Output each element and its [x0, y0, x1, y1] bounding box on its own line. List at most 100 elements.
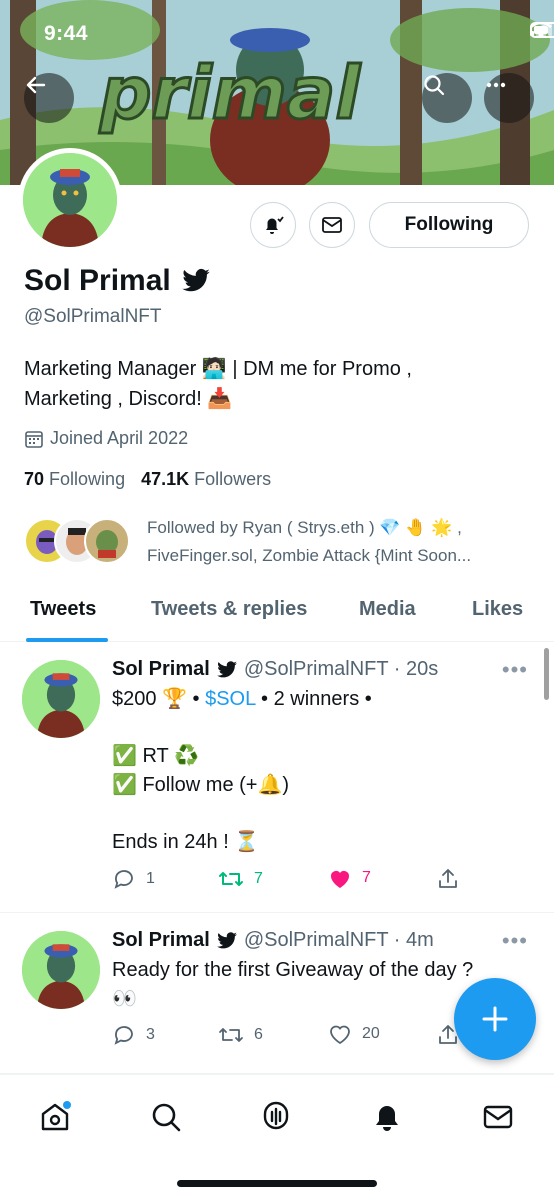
reply-icon: [114, 1026, 133, 1045]
like-button[interactable]: 7: [328, 867, 371, 889]
envelope-icon: [322, 217, 342, 233]
following-count: 70: [24, 469, 45, 489]
bio-line: Marketing , Discord! 📥: [24, 388, 233, 410]
nav-messages[interactable]: [476, 1095, 520, 1139]
tweet-actions: 1 7 7: [112, 867, 532, 897]
banner-logo: primal: [99, 51, 361, 135]
nav-spaces[interactable]: [254, 1095, 298, 1139]
tweet-more-button[interactable]: •••: [502, 928, 528, 954]
ape-avatar-image: [23, 153, 117, 247]
home-indicator[interactable]: [177, 1180, 377, 1187]
battery-icon: [530, 22, 554, 38]
cashtag-link[interactable]: $SOL: [205, 688, 255, 710]
search-button[interactable]: [422, 73, 472, 123]
following-label: Following: [49, 469, 126, 489]
followers-count: 47.1K: [141, 469, 190, 489]
retweet-count: 7: [254, 870, 263, 887]
followed-by-avatars[interactable]: [24, 518, 136, 568]
joined-text: Joined April 2022: [50, 428, 189, 448]
message-button[interactable]: [309, 202, 355, 248]
share-button[interactable]: [436, 867, 460, 891]
tweet-handle-time: @SolPrimalNFT · 20s: [243, 658, 439, 680]
tweet-text-part: • 2 winners •: [255, 688, 372, 710]
scrollbar[interactable]: [544, 648, 549, 700]
tweet-avatar[interactable]: [22, 931, 100, 1009]
home-icon: [41, 1101, 71, 1131]
tweet-line: Ready for the first Giveaway of the day …: [112, 959, 474, 981]
tweet-more-button[interactable]: •••: [502, 657, 528, 683]
profile-handle: @SolPrimalNFT: [24, 306, 162, 327]
status-time: 9:44: [44, 22, 89, 45]
followed-by-line: Followed by Ryan ( Strys.eth ) 💎 🤚 🌟 ,: [147, 518, 462, 537]
tweet-author-name[interactable]: Sol Primal: [112, 658, 210, 681]
retweet-button[interactable]: 6: [218, 1023, 263, 1047]
nav-search[interactable]: [144, 1095, 188, 1139]
tweet-text: $200 🏆 • $SOL • 2 winners • ✅ RT ♻️ ✅ Fo…: [112, 685, 532, 857]
joined-date: Joined April 2022: [24, 428, 188, 449]
nav-notifications[interactable]: [365, 1095, 409, 1139]
tweet-text-part: $200 🏆 •: [112, 688, 206, 710]
like-count: 7: [362, 869, 371, 886]
followers-count-link[interactable]: 47.1K Followers: [141, 469, 271, 490]
twitter-bird-icon: [216, 931, 237, 948]
twitter-bird-icon: [216, 660, 237, 677]
profile-bio: Marketing Manager 🧑🏻‍💻 | DM me for Promo…: [24, 354, 524, 414]
envelope-icon: [483, 1105, 513, 1129]
tweet-header: Sol Primal @SolPrimalNFT · 20s: [112, 658, 438, 681]
retweet-icon: [219, 1028, 243, 1042]
tweet-line: $200 🏆 • $SOL • 2 winners •: [112, 685, 532, 714]
reply-icon: [114, 870, 133, 889]
more-options-button[interactable]: [484, 73, 534, 123]
bell-check-icon: [266, 216, 284, 234]
tab-tweets[interactable]: Tweets: [30, 598, 96, 621]
followed-by-line: FiveFinger.sol, Zombie Attack {Mint Soon…: [147, 546, 472, 565]
ape-avatar-image: [22, 931, 100, 1009]
retweet-button[interactable]: 7: [218, 867, 263, 891]
reply-button[interactable]: 1: [112, 867, 155, 891]
heart-outline-icon: [330, 1025, 350, 1045]
tab-media[interactable]: Media: [359, 598, 416, 621]
following-count-link[interactable]: 70 Following: [24, 469, 125, 490]
reply-button[interactable]: 3: [112, 1023, 155, 1047]
follower-avatar: [84, 518, 130, 564]
tweet-avatar[interactable]: [22, 660, 100, 738]
following-button[interactable]: Following: [369, 202, 529, 248]
bio-line: Marketing Manager 🧑🏻‍💻 | DM me for Promo…: [24, 358, 412, 380]
back-button[interactable]: [24, 73, 74, 123]
active-tab-indicator: [26, 638, 108, 642]
tab-likes[interactable]: Likes: [472, 598, 523, 621]
notifications-subscribe-button[interactable]: [250, 202, 296, 248]
tweet-line: Ends in 24h ! ⏳: [112, 831, 260, 853]
tweet-line: ✅ Follow me (+🔔): [112, 774, 290, 796]
reply-count: 1: [146, 870, 155, 887]
plus-icon: [482, 1006, 508, 1032]
tweet-line: ✅ RT ♻️: [112, 745, 199, 767]
ape-avatar-image: [22, 660, 100, 738]
reply-count: 3: [146, 1026, 155, 1043]
tweet[interactable]: Sol Primal @SolPrimalNFT · 20s ••• $200 …: [0, 643, 554, 913]
display-name-text: Sol Primal: [24, 264, 171, 297]
tweet-header: Sol Primal @SolPrimalNFT · 4m: [112, 929, 434, 952]
status-bar: 9:44: [0, 0, 554, 60]
retweet-icon: [219, 872, 243, 886]
followers-label: Followers: [194, 469, 272, 489]
calendar-icon: [25, 430, 43, 448]
like-button[interactable]: 20: [328, 1023, 380, 1045]
search-icon: [152, 1103, 181, 1132]
profile-display-name: Sol Primal: [24, 264, 211, 298]
like-count: 20: [362, 1025, 380, 1042]
spaces-icon: [263, 1101, 289, 1130]
arrow-left-icon: [26, 76, 46, 94]
bell-icon: [376, 1106, 398, 1131]
profile-tabs: Tweets Tweets & replies Media Likes: [0, 586, 554, 642]
tweet-author-name[interactable]: Sol Primal: [112, 929, 210, 952]
follow-counts: 70 Following 47.1K Followers: [24, 469, 271, 490]
retweet-count: 6: [254, 1026, 263, 1043]
compose-tweet-button[interactable]: [454, 978, 536, 1060]
share-icon: [439, 869, 457, 888]
tab-tweets-and-replies[interactable]: Tweets & replies: [151, 598, 307, 621]
tweet-handle-time: @SolPrimalNFT · 4m: [243, 929, 434, 951]
nav-home[interactable]: [33, 1095, 77, 1139]
profile-avatar[interactable]: [18, 148, 122, 252]
followed-by-text[interactable]: Followed by Ryan ( Strys.eth ) 💎 🤚 🌟 , F…: [147, 514, 527, 570]
